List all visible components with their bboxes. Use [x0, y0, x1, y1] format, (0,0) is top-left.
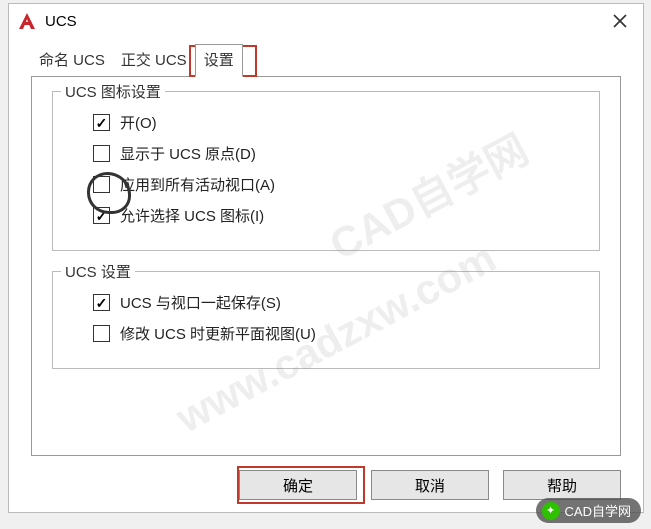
watermark-pill-text: CAD自学网 [565, 501, 631, 520]
group-legend: UCS 设置 [61, 261, 135, 282]
wechat-icon: ✦ [542, 502, 560, 520]
checkbox-label: 显示于 UCS 原点(D) [120, 143, 256, 164]
checkbox-row-update-plan-view[interactable]: 修改 UCS 时更新平面视图(U) [93, 323, 585, 344]
cancel-button[interactable]: 取消 [371, 470, 489, 500]
checkbox-row-apply-all-viewports[interactable]: 应用到所有活动视口(A) [93, 174, 585, 195]
checkbox-row-show-at-origin[interactable]: 显示于 UCS 原点(D) [93, 143, 585, 164]
group-ucs-icon-settings: UCS 图标设置 开(O) 显示于 UCS 原点(D) 应用到所有活动视口(A)… [52, 91, 600, 251]
dialog-buttons: 确定 取消 帮助 [9, 470, 621, 500]
checkbox-label: 允许选择 UCS 图标(I) [120, 205, 264, 226]
checkbox-allow-select-icon[interactable] [93, 207, 110, 224]
checkbox-row-on[interactable]: 开(O) [93, 112, 585, 133]
checkbox-label: UCS 与视口一起保存(S) [120, 292, 281, 313]
tab-named-ucs[interactable]: 命名 UCS [31, 45, 113, 76]
close-icon [613, 14, 627, 28]
help-button[interactable]: 帮助 [503, 470, 621, 500]
tab-content: UCS 图标设置 开(O) 显示于 UCS 原点(D) 应用到所有活动视口(A)… [31, 76, 621, 456]
autocad-logo-icon [17, 11, 37, 31]
checkbox-label: 开(O) [120, 112, 157, 133]
checkbox-on[interactable] [93, 114, 110, 131]
tab-settings[interactable]: 设置 [195, 44, 243, 77]
group-ucs-settings: UCS 设置 UCS 与视口一起保存(S) 修改 UCS 时更新平面视图(U) [52, 271, 600, 369]
checkbox-label: 应用到所有活动视口(A) [120, 174, 275, 195]
checkbox-save-with-viewport[interactable] [93, 294, 110, 311]
checkbox-update-plan-view[interactable] [93, 325, 110, 342]
ucs-dialog: UCS 命名 UCS 正交 UCS 设置 UCS 图标设置 开(O) 显示于 U… [8, 3, 644, 513]
checkbox-row-allow-select-icon[interactable]: 允许选择 UCS 图标(I) [93, 205, 585, 226]
checkbox-show-at-origin[interactable] [93, 145, 110, 162]
checkbox-row-save-with-viewport[interactable]: UCS 与视口一起保存(S) [93, 292, 585, 313]
checkbox-apply-all-viewports[interactable] [93, 176, 110, 193]
checkbox-label: 修改 UCS 时更新平面视图(U) [120, 323, 316, 344]
group-legend: UCS 图标设置 [61, 81, 165, 102]
dialog-title: UCS [45, 13, 605, 30]
tab-strip: 命名 UCS 正交 UCS 设置 [31, 46, 643, 76]
titlebar: UCS [9, 4, 643, 38]
ok-button[interactable]: 确定 [239, 470, 357, 500]
tab-ortho-ucs[interactable]: 正交 UCS [113, 45, 195, 76]
watermark-pill: ✦ CAD自学网 [536, 498, 641, 523]
close-button[interactable] [605, 6, 635, 36]
